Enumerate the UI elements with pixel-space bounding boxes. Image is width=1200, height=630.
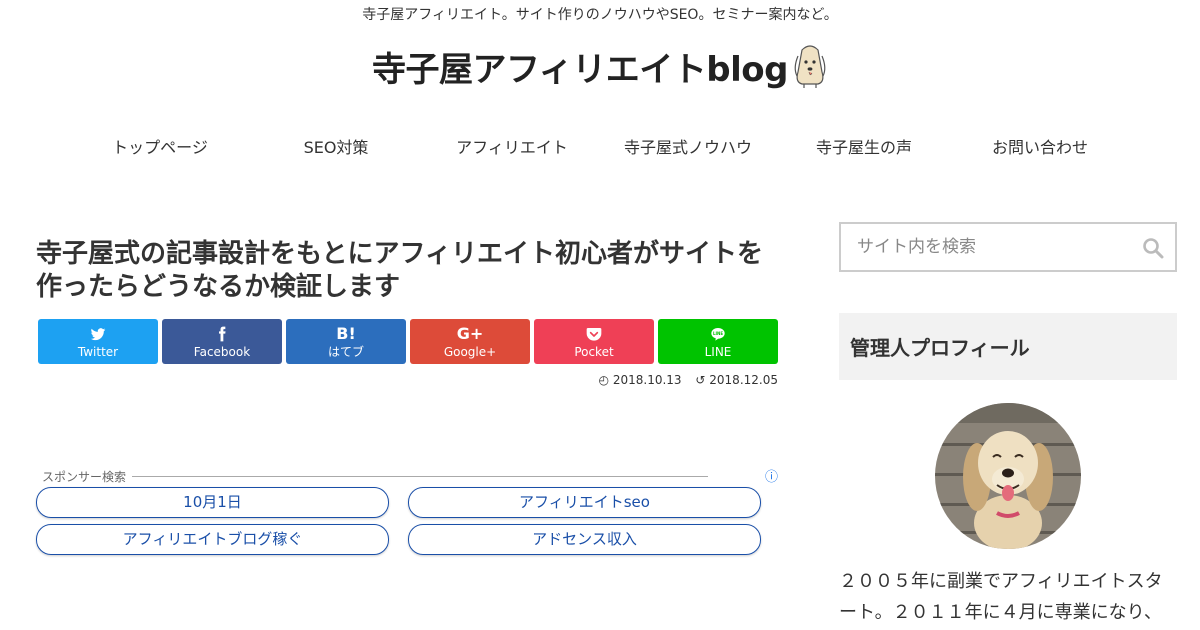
pocket-share-button[interactable]: Pocket [534, 319, 654, 364]
site-tagline: 寺子屋アフィリエイト。サイト作りのノウハウやSEO。セミナー案内など。 [362, 7, 838, 23]
google-plus-label: Google+ [443, 344, 497, 359]
sponsor-divider [132, 476, 708, 477]
pocket-icon [586, 327, 602, 341]
twitter-label: Twitter [77, 344, 119, 359]
sponsor-header: スポンサー検索 [36, 468, 778, 485]
sponsor-links: 10月1日 アフィリエイトseo アフィリエイトブログ稼ぐ アドセンス収入 [36, 487, 778, 555]
sponsor-link[interactable]: 10月1日 [36, 487, 389, 518]
line-share-button[interactable]: LINE LINE [658, 319, 778, 364]
profile-bio: ２００５年に副業でアフィリエイトスタート。２０１１年に４月に専業になり、 [839, 571, 1163, 623]
hatena-icon: B! [336, 323, 356, 343]
avatar [935, 403, 1081, 549]
global-nav: トップページ SEO対策 アフィリエイト 寺子屋式ノウハウ 寺子屋生の声 お問い… [72, 136, 1128, 160]
logo-text: 寺子屋アフィリエイトblog [371, 49, 789, 90]
nav-item-top[interactable]: トップページ [72, 136, 248, 160]
search-input[interactable] [855, 236, 1139, 258]
article-title: 寺子屋式の記事設計をもとにアフィリエイト初心者がサイトを作ったらどうなるか検証し… [36, 239, 763, 302]
history-icon: ↺ [695, 373, 706, 387]
clock-icon: ◴ [598, 373, 610, 387]
sidebar: 管理人プロフィール ２００５年に副業でアフィリエイトスタート。２０１１年に４月に… [839, 222, 1177, 628]
sponsor-link[interactable]: アフィリエイトseo [408, 487, 761, 518]
svg-text:LINE: LINE [713, 331, 723, 336]
site-logo[interactable]: 寺子屋アフィリエイトblog [0, 38, 1200, 94]
hatena-label: はてブ [327, 344, 364, 359]
twitter-share-button[interactable]: Twitter [38, 319, 158, 364]
google-plus-share-button[interactable]: G+ Google+ [410, 319, 530, 364]
info-icon[interactable]: ⓘ [765, 466, 778, 485]
sponsor-title: スポンサー検索 [42, 470, 127, 484]
nav-item-seo[interactable]: SEO対策 [248, 136, 424, 160]
google-plus-icon: G+ [456, 323, 484, 343]
site-search [839, 222, 1177, 272]
updated-date: ↺ 2018.12.05 [695, 373, 778, 387]
search-icon[interactable] [1141, 236, 1165, 260]
pocket-label: Pocket [574, 344, 614, 359]
article-main: 寺子屋式の記事設計をもとにアフィリエイト初心者がサイトを作ったらどうなるか検証し… [36, 232, 778, 555]
nav-item-affiliate[interactable]: アフィリエイト [424, 136, 600, 160]
facebook-icon [219, 326, 226, 341]
twitter-icon [90, 327, 106, 340]
post-dates: ◴ 2018.10.13 ↺ 2018.12.05 [36, 373, 778, 387]
nav-item-knowhow[interactable]: 寺子屋式ノウハウ [600, 136, 776, 160]
dog-photo [935, 403, 1081, 549]
line-icon: LINE [711, 327, 725, 341]
facebook-share-button[interactable]: Facebook [162, 319, 282, 364]
share-buttons: Twitter Facebook B! はてブ G+ Google+ Pocke… [38, 319, 778, 364]
profile-heading: 管理人プロフィール [839, 313, 1177, 380]
sponsor-link[interactable]: アドセンス収入 [408, 524, 761, 555]
published-date: ◴ 2018.10.13 [598, 373, 682, 387]
hatena-share-button[interactable]: B! はてブ [286, 319, 406, 364]
nav-item-contact[interactable]: お問い合わせ [952, 136, 1128, 160]
line-label: LINE [704, 344, 732, 359]
facebook-label: Facebook [193, 344, 251, 359]
sponsor-link[interactable]: アフィリエイトブログ稼ぐ [36, 524, 389, 555]
dog-mascot-icon [794, 45, 826, 88]
sponsored-search: スポンサー検索 ⓘ 10月1日 アフィリエイトseo アフィリエイトブログ稼ぐ … [36, 468, 778, 555]
nav-item-voices[interactable]: 寺子屋生の声 [776, 136, 952, 160]
